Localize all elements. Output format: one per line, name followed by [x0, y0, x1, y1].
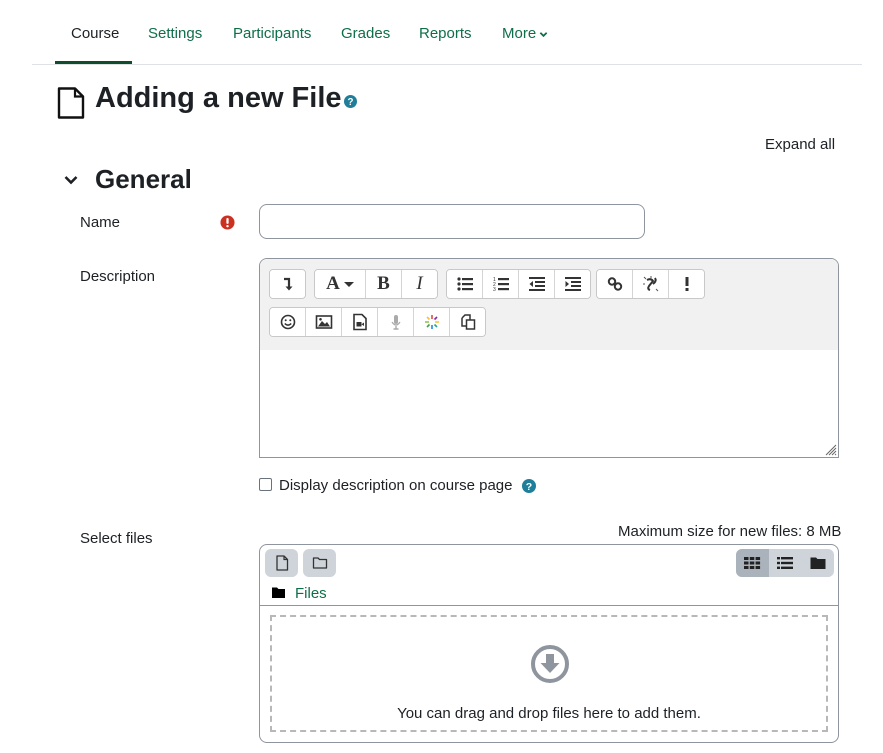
file-picker-header: Files — [260, 545, 838, 606]
caret-down-icon — [343, 282, 354, 287]
outdent-button[interactable] — [519, 270, 555, 298]
svg-text:?: ? — [347, 97, 353, 108]
bold-button[interactable]: B — [366, 270, 402, 298]
record-audio-button[interactable] — [378, 308, 414, 336]
media-button[interactable] — [342, 308, 378, 336]
outdent-icon — [528, 277, 545, 291]
h5p-button[interactable] — [414, 308, 450, 336]
display-description-checkbox[interactable] — [259, 478, 272, 491]
question-circle-icon[interactable]: ? — [343, 95, 357, 108]
accessibility-checker-button[interactable] — [669, 270, 704, 298]
nav-tab-grades[interactable]: Grades — [341, 25, 390, 42]
unlink-icon — [642, 276, 658, 292]
toolbar-group-insert — [269, 307, 486, 337]
font-icon: A — [326, 273, 340, 294]
view-tree-button[interactable] — [801, 549, 834, 577]
folder-icon — [810, 557, 826, 569]
name-input[interactable] — [259, 204, 645, 239]
toolbar-group-links — [596, 269, 705, 299]
file-icon — [57, 87, 85, 119]
chevron-down-icon[interactable] — [63, 172, 79, 188]
description-editor: A B I 123 — [259, 258, 839, 458]
level-down-icon — [283, 277, 292, 291]
folder-icon — [272, 587, 285, 598]
page-title-text: Adding a new File — [95, 82, 342, 114]
list-ul-icon — [456, 277, 473, 291]
italic-button[interactable]: I — [402, 270, 437, 298]
chevron-down-icon — [539, 31, 548, 37]
folder-icon — [312, 557, 327, 569]
file-video-icon — [352, 313, 367, 331]
file-picker: Files You can drag and drop files here t… — [259, 544, 839, 743]
image-icon — [315, 315, 332, 329]
bold-icon: B — [377, 273, 390, 294]
emoji-button[interactable] — [270, 308, 306, 336]
exclamation-icon — [685, 277, 688, 291]
toolbar-group-collapse — [269, 269, 306, 299]
svg-text:?: ? — [526, 481, 532, 493]
display-description-label[interactable]: Display description on course page — [279, 477, 512, 494]
resize-handle-icon[interactable] — [823, 442, 837, 456]
indent-button[interactable] — [555, 270, 590, 298]
collapse-toolbar-button[interactable] — [270, 270, 305, 298]
expand-all-link[interactable]: Expand all — [765, 136, 835, 153]
question-circle-icon[interactable]: ? — [522, 479, 536, 493]
list-icon — [777, 557, 793, 569]
file-dropzone[interactable]: You can drag and drop files here to add … — [270, 615, 828, 732]
smile-icon — [280, 314, 295, 330]
view-list-button[interactable] — [769, 549, 802, 577]
italic-icon: I — [416, 273, 423, 294]
nav-tab-course[interactable]: Course — [71, 25, 119, 42]
microphone-icon — [391, 315, 400, 330]
dropzone-instructions: You can drag and drop files here to add … — [397, 705, 701, 722]
select-files-label: Select files — [80, 530, 153, 547]
font-style-button[interactable]: A — [315, 270, 366, 298]
description-textarea[interactable] — [260, 350, 838, 457]
max-file-size: Maximum size for new files: 8 MB — [618, 523, 842, 540]
view-mode-switcher — [736, 549, 834, 577]
secondary-navigation: Course Settings Participants Grades Repo… — [32, 0, 862, 65]
nav-more-label: More — [502, 25, 537, 42]
indent-icon — [564, 277, 581, 291]
description-label: Description — [80, 268, 156, 285]
image-button[interactable] — [306, 308, 342, 336]
list-ol-icon: 123 — [493, 277, 509, 293]
toolbar-group-style: A B I — [314, 269, 438, 299]
page-title: Adding a new File? — [95, 82, 357, 115]
file-picker-path: Files — [272, 585, 327, 602]
add-file-button[interactable] — [265, 549, 298, 577]
paste-icon — [460, 314, 475, 330]
path-files-link[interactable]: Files — [295, 585, 327, 602]
copy-button[interactable] — [450, 308, 485, 336]
ordered-list-button[interactable]: 123 — [483, 270, 519, 298]
nav-tab-participants[interactable]: Participants — [233, 25, 311, 42]
name-label: Name — [80, 214, 121, 231]
grid-icon — [744, 557, 761, 569]
nav-tab-settings[interactable]: Settings — [148, 25, 202, 42]
section-title-general[interactable]: General — [95, 164, 192, 195]
nav-tab-reports[interactable]: Reports — [419, 25, 472, 42]
arrow-circle-down-icon — [531, 645, 569, 683]
unordered-list-button[interactable] — [447, 270, 483, 298]
exclamation-circle-icon — [220, 215, 235, 230]
toolbar-group-lists: 123 — [446, 269, 591, 299]
svg-text:3: 3 — [493, 287, 496, 293]
active-tab-indicator — [55, 61, 132, 64]
view-icons-button[interactable] — [736, 549, 769, 577]
link-button[interactable] — [597, 270, 633, 298]
h5p-icon — [424, 315, 439, 329]
nav-tab-more[interactable]: More — [502, 25, 548, 42]
editor-toolbar: A B I 123 — [260, 259, 838, 351]
link-icon — [607, 277, 622, 291]
unlink-button[interactable] — [633, 270, 669, 298]
file-icon — [275, 555, 288, 571]
create-folder-button[interactable] — [303, 549, 336, 577]
